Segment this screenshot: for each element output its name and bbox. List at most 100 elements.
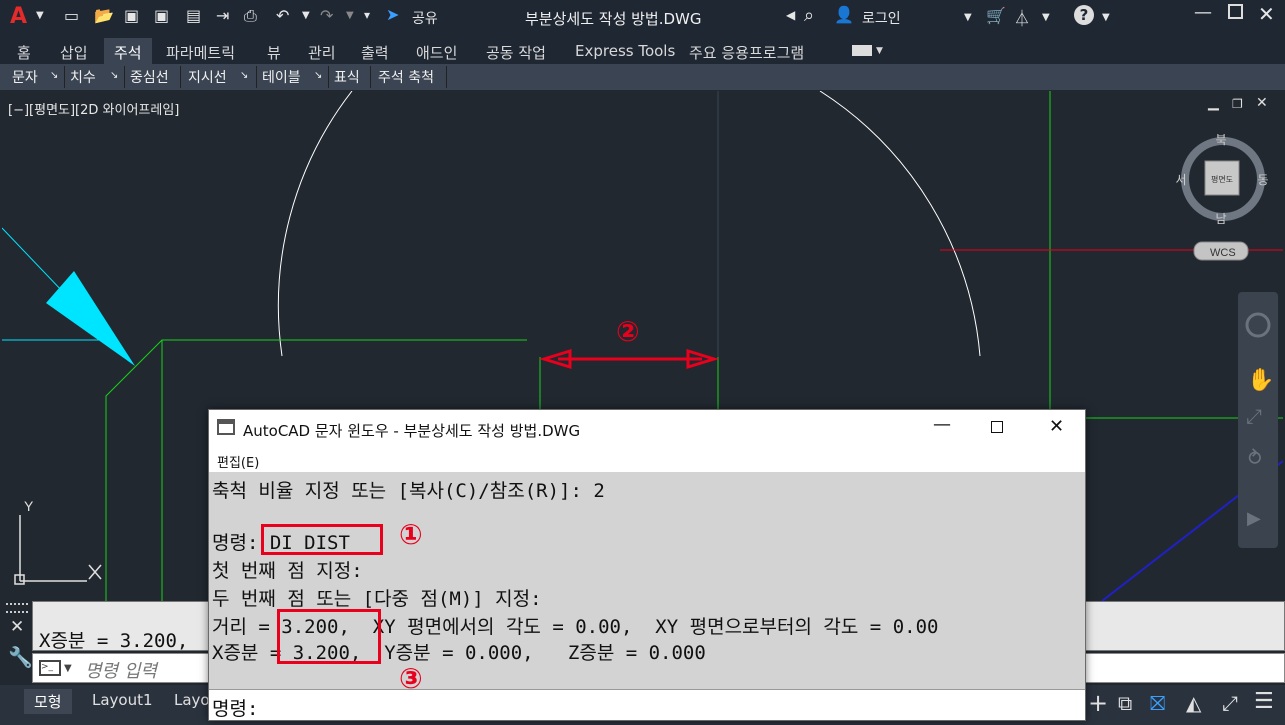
autocad-logo[interactable]: A [10, 4, 27, 29]
command-line-customize-icon[interactable]: 🔧 [8, 645, 33, 669]
tab-addins[interactable]: 애드인 [416, 42, 457, 63]
command-prompt-dropdown-icon[interactable]: ▼ [64, 663, 72, 674]
tab-parametric[interactable]: 파라메트릭 [166, 42, 235, 63]
tab-express-tools[interactable]: Express Tools [575, 42, 675, 60]
zoom-extents-icon[interactable]: ⤢ [1246, 404, 1262, 428]
add-icon[interactable]: + [1088, 689, 1108, 717]
viewcube-east[interactable]: 동 [1257, 173, 1268, 187]
viewcube-west[interactable]: 서 [1175, 173, 1186, 187]
command-history-text: X증분 = 3.200, [39, 630, 189, 652]
text-window-command-input[interactable]: 명령: [209, 689, 1085, 720]
tab-insert[interactable]: 삽입 [60, 42, 88, 63]
panel-tables-expand-icon[interactable]: ↘ [314, 70, 322, 81]
highlight-box-values [277, 609, 381, 664]
tab-annotate[interactable]: 주석 [104, 38, 152, 64]
ribbon-toggle-dropdown-icon[interactable]: ▼ [876, 46, 883, 56]
text-window-minimize-button[interactable]: — [933, 414, 951, 435]
panel-annotation-scaling[interactable]: 주석 축척 [378, 67, 434, 87]
open-folder-icon[interactable]: 📂 [94, 6, 114, 25]
viewcube-face-label: 평면도 [1211, 174, 1233, 184]
annotation-visibility-icon[interactable]: ⛝ [1150, 691, 1165, 715]
text-window-prompt: 명령: [212, 698, 259, 720]
login-dropdown-icon[interactable]: ▼ [964, 12, 972, 23]
close-button[interactable]: ✕ [1258, 2, 1275, 26]
panel-text-expand-icon[interactable]: ↘ [50, 70, 58, 81]
command-prompt-icon[interactable]: >_ [39, 660, 61, 676]
help-dropdown-icon[interactable]: ▼ [1102, 12, 1110, 23]
workspace-icon[interactable]: ⧉ [1118, 691, 1132, 715]
export-icon[interactable]: ⇥ [216, 6, 229, 25]
search-expand-icon[interactable]: ◀ [786, 8, 795, 22]
new-file-icon[interactable]: ▭ [64, 6, 79, 25]
panel-separator [180, 66, 181, 88]
ribbon-tabs: 홈 삽입 주석 파라메트릭 뷰 관리 출력 애드인 공동 작업 Express … [0, 36, 1285, 64]
highlight-box-command [261, 524, 383, 555]
undo-icon[interactable]: ↶ [276, 6, 289, 25]
tab-manage[interactable]: 관리 [308, 42, 336, 63]
menu-edit[interactable]: 편집(E) [217, 452, 259, 471]
showmotion-icon[interactable]: ▶ [1247, 508, 1261, 529]
panel-separator [328, 66, 329, 88]
tab-view[interactable]: 뷰 [267, 42, 281, 63]
help-icon[interactable]: ? [1074, 5, 1094, 25]
tab-output[interactable]: 출력 [361, 42, 389, 63]
autodesk-app-icon[interactable]: ⏃ [1014, 5, 1030, 29]
tab-layout1[interactable]: Layout1 [82, 689, 163, 711]
tab-featured-apps[interactable]: 주요 응용프로그램 [689, 42, 804, 63]
command-line-grip[interactable] [6, 603, 28, 613]
ribbon-panel-bar: 문자 ↘ 치수 ↘ 중심선 지시선 ↘ 테이블 ↘ 표식 주석 축척 [0, 64, 1285, 90]
ribbon-toggle-icon[interactable] [852, 45, 872, 56]
panel-leaders[interactable]: 지시선 [188, 67, 227, 87]
maximize-button[interactable] [1228, 4, 1243, 19]
panel-separator [446, 66, 447, 88]
viewport-controls-label[interactable]: [−][평면도][2D 와이어프레임] [8, 99, 179, 118]
text-window: AutoCAD 문자 윈도우 - 부분상세도 작성 방법.DWG — ✕ 편집(… [208, 409, 1086, 721]
tab-collaborate[interactable]: 공동 작업 [486, 42, 546, 63]
print-icon[interactable]: ⎙ [244, 6, 257, 26]
share-icon[interactable]: ➤ [386, 5, 399, 24]
annotation-autoscale-icon[interactable]: ◭ [1186, 691, 1201, 715]
tab-model[interactable]: 모형 [24, 689, 72, 714]
panel-markup[interactable]: 표식 [334, 67, 360, 87]
app-dropdown-icon[interactable]: ▼ [1042, 12, 1050, 23]
redo-dropdown-icon[interactable]: ▼ [346, 10, 354, 21]
pan-icon[interactable]: ✋ [1247, 367, 1274, 393]
minimize-button[interactable]: — [1194, 2, 1212, 23]
panel-separator [256, 66, 257, 88]
save-as-icon[interactable]: ▣ [154, 6, 169, 25]
panel-tables[interactable]: 테이블 [262, 67, 301, 87]
publish-icon[interactable]: ▤ [186, 6, 201, 25]
panel-dimensions-expand-icon[interactable]: ↘ [110, 70, 118, 81]
cart-icon[interactable]: 🛒 [986, 6, 1006, 25]
history-line: 축척 비율 지정 또는 [복사(C)/참조(R)]: 2 [212, 480, 605, 502]
viewport-close-icon[interactable]: ✕ [1256, 95, 1268, 111]
orbit-icon[interactable]: ⥁ [1248, 446, 1262, 470]
text-window-title: AutoCAD 문자 윈도우 - 부분상세도 작성 방법.DWG [243, 422, 581, 440]
ucs-y-label: Y [24, 498, 34, 514]
tab-home[interactable]: 홈 [17, 42, 31, 63]
customize-menu-icon[interactable]: ☰ [1254, 689, 1274, 714]
fullscreen-icon[interactable]: ⤢ [1222, 691, 1238, 715]
text-window-maximize-button[interactable] [991, 421, 1003, 433]
user-icon[interactable]: 👤 [834, 5, 854, 24]
redo-icon[interactable]: ↷ [320, 6, 333, 25]
app-menu-chevron-icon[interactable]: ▼ [36, 10, 44, 21]
viewcube-south[interactable]: 남 [1215, 212, 1226, 226]
panel-text[interactable]: 문자 [12, 67, 38, 87]
login-label[interactable]: 로그인 [862, 8, 901, 28]
viewport-minimize-icon[interactable]: ▁ [1208, 95, 1219, 111]
search-icon[interactable]: ⌕ [804, 5, 814, 26]
annotation-two: ② [616, 315, 640, 348]
save-icon[interactable]: ▣ [124, 6, 139, 25]
viewport-restore-icon[interactable]: ❐ [1232, 97, 1243, 111]
text-window-close-button[interactable]: ✕ [1049, 416, 1064, 437]
share-label[interactable]: 공유 [412, 8, 438, 28]
viewcube-north[interactable]: 북 [1215, 133, 1226, 147]
panel-centerlines[interactable]: 중심선 [130, 67, 169, 87]
undo-dropdown-icon[interactable]: ▼ [302, 10, 310, 21]
annotation-one: ① [399, 518, 423, 551]
panel-leaders-expand-icon[interactable]: ↘ [240, 70, 248, 81]
command-line-close-icon[interactable]: ✕ [10, 617, 24, 637]
customize-qat-icon[interactable]: ▾ [364, 8, 370, 22]
panel-dimensions[interactable]: 치수 [70, 67, 96, 87]
